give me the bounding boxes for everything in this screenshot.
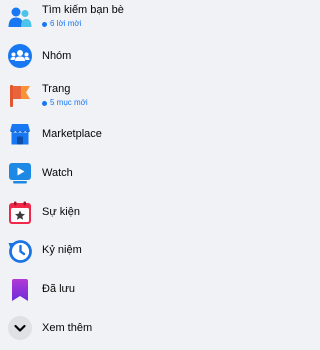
sidebar-item-text: Nhóm	[42, 50, 71, 63]
sidebar-nav: Tìm kiếm bạn bè 6 lời mời Nhóm Trang 5 m…	[0, 0, 242, 350]
sidebar-item-text: Kỷ niệm	[42, 244, 82, 257]
sidebar-item-watch[interactable]: Watch	[0, 153, 242, 193]
sidebar-item-label: Marketplace	[42, 128, 102, 140]
sidebar-item-groups[interactable]: Nhóm	[0, 36, 242, 76]
pages-flag-icon	[8, 84, 32, 108]
sidebar-item-label: Kỷ niệm	[42, 244, 82, 256]
chevron-down-icon	[8, 316, 32, 340]
sidebar-item-label: Watch	[42, 167, 73, 179]
notification-badge: 6 lời mời	[42, 19, 124, 29]
sidebar-item-find-friends[interactable]: Tìm kiếm bạn bè 6 lời mời	[0, 0, 242, 35]
marketplace-icon	[8, 122, 32, 146]
groups-icon	[8, 44, 32, 68]
watch-icon	[8, 161, 32, 185]
badge-text: 5 mục mới	[50, 98, 88, 107]
sidebar-item-text: Xem thêm	[42, 322, 92, 335]
sidebar-item-text: Sự kiện	[42, 206, 80, 219]
sidebar-item-text: Đã lưu	[42, 283, 75, 296]
events-calendar-icon	[8, 201, 32, 225]
unread-dot-icon	[42, 100, 47, 106]
sidebar-item-text: Watch	[42, 167, 73, 180]
sidebar-item-label: Nhóm	[42, 50, 72, 62]
sidebar-item-pages[interactable]: Trang 5 mục mới	[0, 74, 242, 114]
sidebar-item-memories[interactable]: Kỷ niệm	[0, 230, 242, 270]
unread-dot-icon	[42, 21, 47, 27]
see-more-label: Xem thêm	[42, 322, 93, 334]
saved-bookmark-icon	[8, 278, 32, 302]
badge-text: 6 lời mời	[50, 19, 82, 28]
sidebar-item-text: Marketplace	[42, 128, 102, 141]
sidebar-item-text: Trang 5 mục mới	[42, 83, 88, 108]
sidebar-item-label: Đã lưu	[42, 283, 76, 295]
notification-badge: 5 mục mới	[42, 98, 88, 108]
sidebar-item-label: Sự kiện	[42, 206, 80, 218]
sidebar-item-saved[interactable]: Đã lưu	[0, 269, 242, 309]
friends-icon	[8, 5, 32, 29]
sidebar-item-label: Trang	[42, 83, 71, 95]
sidebar-item-marketplace[interactable]: Marketplace	[0, 114, 242, 154]
sidebar-item-events[interactable]: Sự kiện	[0, 192, 242, 232]
memories-clock-icon	[8, 239, 32, 263]
see-more-button[interactable]: Xem thêm	[0, 308, 242, 348]
sidebar-item-label: Tìm kiếm bạn bè	[42, 4, 124, 16]
sidebar-item-text: Tìm kiếm bạn bè 6 lời mời	[42, 4, 124, 29]
